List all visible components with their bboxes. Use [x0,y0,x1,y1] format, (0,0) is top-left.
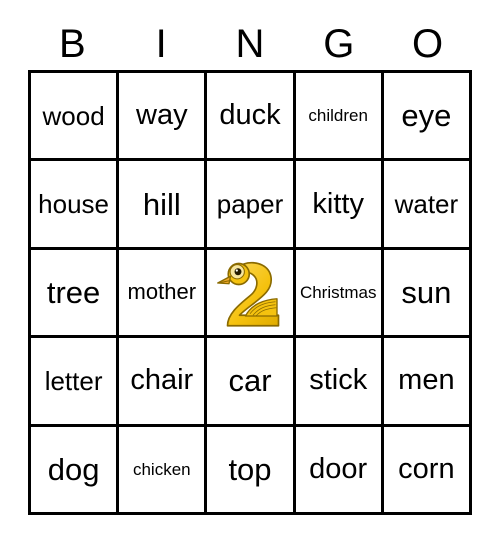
bingo-cell-label: door [309,452,368,485]
bingo-cell-wood[interactable]: wood [31,73,120,162]
bingo-cell-hill[interactable]: hill [119,161,208,250]
bingo-cell-way[interactable]: way [119,73,208,162]
bingo-cell-label: men [398,364,455,397]
bingo-cell-label: water [394,189,459,220]
bingo-header-letter-i: I [155,22,167,66]
bingo-cell-label: letter [44,365,103,396]
bingo-cell-children[interactable]: children [295,73,384,162]
bingo-cell-label: paper [216,189,284,220]
bingo-cell-label: mother [127,279,197,305]
bingo-cell-label: car [228,363,272,399]
bingo-header-letter-b: B [59,22,86,66]
bingo-cell-paper[interactable]: paper [207,161,296,250]
bingo-card: B I N G O wood way duck children eye house hill pap… [0,0,501,544]
bingo-cell-stick[interactable]: stick [295,338,384,427]
bingo-cell-tree[interactable]: tree [31,249,120,339]
bingo-cell-label: chicken [132,459,191,479]
bingo-cell-label: top [228,451,272,487]
bingo-cell-label: children [308,106,368,126]
bingo-cell-label: stick [309,364,368,397]
bingo-cell-label: way [136,99,188,132]
bingo-cell-label: kitty [312,187,364,220]
duck-image [217,262,280,328]
bingo-cell-eye[interactable]: eye [383,73,472,162]
bingo-cell-dog[interactable]: dog [31,426,120,515]
bingo-grid: wood way duck children eye house hill paper kitt… [28,70,472,515]
bingo-cell-label: Christmas [299,282,377,302]
bingo-cell-label: dog [47,451,100,487]
bingo-cell-label: tree [46,274,101,310]
bingo-cell-label: duck [219,99,281,132]
bingo-cell-label: hill [142,186,181,222]
bingo-cell-corn[interactable]: corn [383,426,472,515]
bingo-cell-chicken[interactable]: chicken [119,426,208,515]
bingo-cell-sun[interactable]: sun [383,249,472,339]
bingo-cell-christmas[interactable]: Christmas [295,249,384,339]
bingo-cell-mother[interactable]: mother [119,249,208,339]
bingo-cell-kitty[interactable]: kitty [295,161,384,250]
bingo-header-row: BINGO [28,20,472,68]
bingo-header-letter-g: G [323,22,355,66]
bingo-cell-duck[interactable]: duck [207,73,296,162]
bingo-cell-letter[interactable]: letter [31,338,120,427]
bingo-cell-label: eye [401,98,452,134]
bingo-cell-water[interactable]: water [383,161,472,250]
bingo-cell-label: corn [398,452,455,485]
bingo-cell-door[interactable]: door [295,426,384,515]
bingo-header-letter-n: N [235,22,265,66]
bingo-header-letter-o: O [412,22,444,66]
bingo-cell-car[interactable]: car [207,338,296,427]
duck-icon [212,256,288,328]
bingo-cell-house[interactable]: house [31,161,120,250]
bingo-cell-chair[interactable]: chair [119,338,208,427]
bingo-cell-label: chair [130,364,194,397]
bingo-cell-label: house [38,189,110,220]
bingo-cell-free-space[interactable] [207,249,296,339]
bingo-cell-top[interactable]: top [207,426,296,515]
bingo-cell-label: sun [401,274,452,310]
bingo-cell-label: wood [42,100,105,131]
bingo-cell-men[interactable]: men [383,338,472,427]
